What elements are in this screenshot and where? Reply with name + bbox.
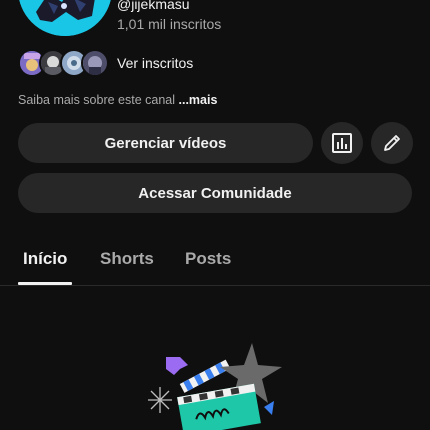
channel-about[interactable]: Saiba mais sobre este canal ...mais	[18, 93, 217, 108]
manage-videos-button[interactable]: Gerenciar vídeos	[18, 123, 313, 163]
about-more-link[interactable]: ...mais	[179, 93, 218, 107]
about-text: Saiba mais sobre este canal	[18, 93, 179, 107]
manage-videos-label: Gerenciar vídeos	[104, 134, 227, 152]
see-subscribers-link[interactable]: Ver inscritos	[117, 55, 193, 71]
bar-chart-icon	[332, 133, 352, 153]
analytics-button[interactable]	[321, 122, 363, 164]
subscriber-count: 1,01 mil inscritos	[117, 16, 222, 32]
empty-state-illustration	[140, 335, 290, 430]
edit-channel-button[interactable]	[371, 122, 413, 164]
channel-tabs: Início Shorts Posts	[0, 240, 430, 286]
subscriber-avatar	[81, 49, 109, 77]
access-community-button[interactable]: Acessar Comunidade	[18, 173, 412, 213]
active-tab-indicator	[18, 282, 72, 285]
channel-avatar[interactable]	[18, 0, 112, 36]
pencil-icon	[384, 135, 400, 151]
access-community-label: Acessar Comunidade	[138, 184, 292, 202]
tab-posts[interactable]: Posts	[185, 249, 231, 269]
tab-inicio[interactable]: Início	[23, 249, 67, 269]
tab-shorts[interactable]: Shorts	[100, 249, 154, 269]
subscriber-avatars[interactable]	[18, 49, 110, 77]
channel-handle: @jijekmasu	[117, 0, 190, 12]
